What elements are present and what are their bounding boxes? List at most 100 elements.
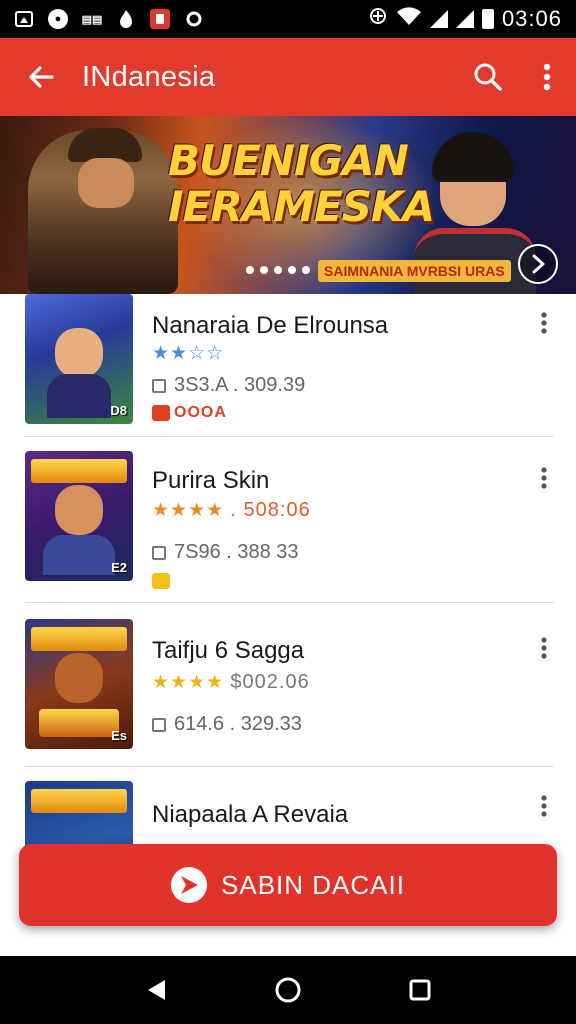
rating-stars: ★★★★ <box>152 500 225 521</box>
character-hair <box>432 132 514 182</box>
nav-home-icon <box>275 977 301 1003</box>
more-vert-icon <box>541 637 547 659</box>
screen: ● ▤▤ 03:06 INdanesia BUENIGAN IERAMESKA … <box>0 0 576 1024</box>
thumbnail-title <box>31 459 127 483</box>
item-more-button[interactable] <box>532 308 556 338</box>
app-list: D8 Nanaraia De Elrounsa ★★☆☆ 3S3.A . 309… <box>0 294 576 927</box>
download-icon <box>152 717 166 732</box>
nav-back-icon <box>148 980 165 1000</box>
app-name: Nanaraia De Elrounsa <box>152 312 389 339</box>
nav-recents-button[interactable] <box>400 970 440 1010</box>
tag-icon <box>152 573 170 589</box>
list-item[interactable]: E2 Purira Skin ★★★★ . 508:06 7S96 . 388 … <box>0 437 576 603</box>
app-name: Purira Skin <box>152 467 270 494</box>
item-more-button[interactable] <box>532 463 556 493</box>
tag-row: OOOA <box>152 404 227 422</box>
status-left-icons: ● ▤▤ <box>14 9 204 29</box>
play-icon <box>171 867 208 903</box>
nav-recents-icon <box>409 979 431 1001</box>
more-vert-icon <box>543 63 551 91</box>
signal-icon <box>429 10 448 28</box>
character-face <box>78 158 134 208</box>
thumbnail-character <box>55 653 103 703</box>
red-square-icon <box>150 9 170 29</box>
page-dot[interactable] <box>260 266 268 274</box>
nav-back-button[interactable] <box>136 970 176 1010</box>
promo-banner[interactable]: BUENIGAN IERAMESKA SAIMNANIA MVRBSI URAS <box>0 116 576 294</box>
page-dot[interactable] <box>302 266 310 274</box>
app-meta: 7S96 . 388 33 <box>152 541 299 564</box>
banner-subtitle: SAIMNANIA MVRBSI URAS <box>318 260 511 282</box>
page-dot[interactable] <box>246 266 254 274</box>
rating-stars: ★★☆☆ <box>152 343 225 364</box>
rating-stars: ★★★★ <box>152 672 225 693</box>
page-dot[interactable] <box>274 266 282 274</box>
item-more-button[interactable] <box>532 633 556 663</box>
thumbnail-character <box>55 485 103 535</box>
thumbnail-character <box>55 328 103 378</box>
app-shield-icon: ● <box>48 9 68 29</box>
app-price: $002.06 <box>230 671 310 693</box>
fire-icon <box>116 9 136 29</box>
thumbnail-label: Es <box>111 728 127 743</box>
chevron-right-icon <box>532 254 545 274</box>
thumbnail-title <box>31 627 127 651</box>
app-meta: 3S3.A . 309.39 <box>152 374 305 397</box>
wifi-icon <box>396 6 422 32</box>
app-meta: 614.6 . 329.33 <box>152 713 302 736</box>
app-thumbnail: Es <box>25 619 133 749</box>
signal-icon <box>455 10 474 28</box>
overflow-menu-button[interactable] <box>518 38 576 116</box>
list-item[interactable]: D8 Nanaraia De Elrounsa ★★☆☆ 3S3.A . 309… <box>0 294 576 437</box>
search-icon <box>474 63 502 91</box>
app-thumbnail: D8 <box>25 294 133 424</box>
page-title: INdanesia <box>82 60 216 93</box>
app-size: 3S3.A . 309.39 <box>174 374 306 396</box>
rating-row: ★★★★ . 508:06 <box>152 499 311 522</box>
app-bar: INdanesia <box>0 38 576 116</box>
banner-next-button[interactable] <box>518 244 558 284</box>
download-icon <box>152 378 166 393</box>
download-icon <box>152 545 166 560</box>
battery-icon <box>481 9 494 29</box>
banner-page-indicator <box>246 266 310 274</box>
page-dot[interactable] <box>288 266 296 274</box>
more-vert-icon <box>541 467 547 489</box>
app-thumbnail: E2 <box>25 451 133 581</box>
more-vert-icon <box>541 312 547 334</box>
item-more-button[interactable] <box>532 791 556 821</box>
thumbnail-label: E2 <box>111 560 127 575</box>
banner-title-line1: BUENIGAN <box>168 136 409 185</box>
app-price: . 508:06 <box>230 499 311 521</box>
status-bar: ● ▤▤ 03:06 <box>0 0 576 38</box>
arrow-back-icon <box>29 66 54 88</box>
more-vert-icon <box>541 795 547 817</box>
character-hat <box>68 128 142 162</box>
app-size: 7S96 . 388 33 <box>174 541 299 563</box>
app-bar-actions <box>458 38 576 116</box>
tag-text: OOOA <box>174 404 227 421</box>
data-saver-icon <box>368 6 388 32</box>
reader-icon: ▤▤ <box>81 13 103 26</box>
thumbnail-body <box>43 535 115 575</box>
app-name: Taifju 6 Sagga <box>152 637 305 664</box>
primary-action-button[interactable]: SABIN DACAII <box>19 844 557 926</box>
app-name: Niapaala A Revaia <box>152 801 349 828</box>
tag-row <box>152 573 170 589</box>
banner-title-line2: IERAMESKA <box>168 182 435 231</box>
banner-character-left <box>28 128 178 294</box>
nav-home-button[interactable] <box>268 970 308 1010</box>
thumbnail-label: D8 <box>110 403 127 418</box>
dark-mode-icon <box>14 9 34 29</box>
status-time: 03:06 <box>501 6 562 31</box>
app-size: 614.6 . 329.33 <box>174 713 302 735</box>
status-right-icons: 03:06 <box>368 6 562 32</box>
list-item[interactable]: Es Taifju 6 Sagga ★★★★ $002.06 614.6 . 3… <box>0 603 576 767</box>
primary-action-label: SABIN DACAII <box>221 869 405 900</box>
tag-icon <box>152 405 170 421</box>
back-button[interactable] <box>0 38 82 116</box>
banner-title: BUENIGAN IERAMESKA <box>168 136 435 231</box>
search-button[interactable] <box>458 38 518 116</box>
thumbnail-logo <box>39 709 119 737</box>
rating-row: ★★★★ $002.06 <box>152 671 310 694</box>
